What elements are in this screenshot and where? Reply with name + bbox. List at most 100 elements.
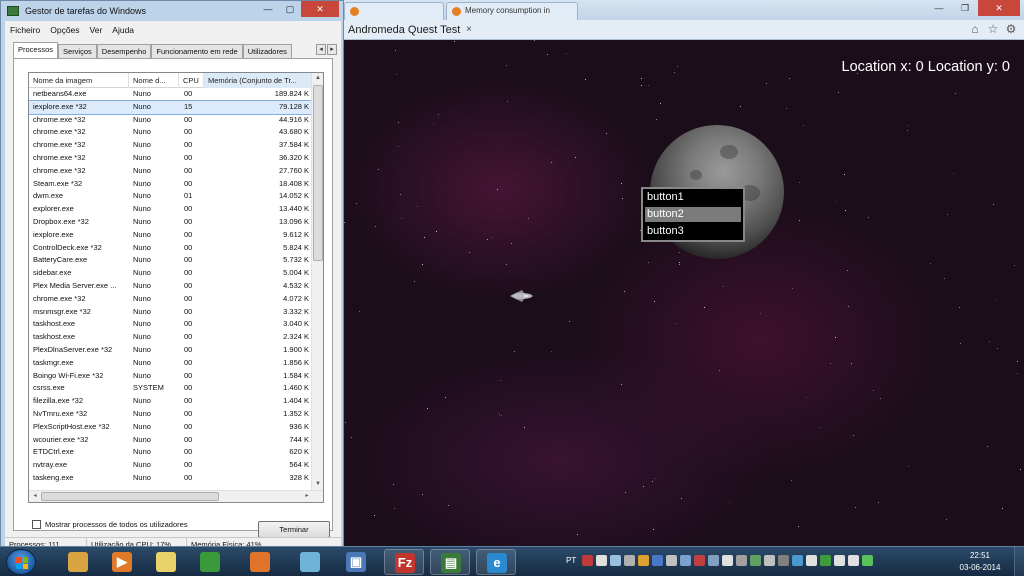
show-desktop-button[interactable] [1014, 547, 1024, 576]
table-row[interactable]: iexplore.exe *32 Nuno 15 79.128 K [29, 99, 313, 115]
tray-icon[interactable] [764, 555, 775, 566]
tab-users[interactable]: Utilizadores [242, 44, 292, 58]
table-row[interactable]: PlexDlnaServer.exe *32 Nuno 00 1.900 K [29, 344, 312, 357]
taskbar-item[interactable]: e [476, 549, 516, 575]
horizontal-scrollbar[interactable]: ◂ ▸ [29, 490, 323, 502]
table-row[interactable]: taskhost.exe Nuno 00 3.040 K [29, 318, 312, 331]
table-row[interactable]: BatteryCare.exe Nuno 00 5.732 K [29, 254, 312, 267]
table-row[interactable]: csrss.exe SYSTEM 00 1.460 K [29, 382, 312, 395]
tray-icon[interactable] [862, 555, 873, 566]
star-icon[interactable]: ☆ [986, 22, 1000, 36]
tray-icon[interactable] [722, 555, 733, 566]
tray-icon[interactable] [848, 555, 859, 566]
taskbar-item[interactable]: Fz [384, 549, 424, 575]
table-row[interactable]: wcourier.exe *32 Nuno 00 744 K [29, 434, 312, 447]
taskbar-item[interactable] [146, 549, 186, 575]
tray-icon[interactable] [694, 555, 705, 566]
process-list[interactable]: Nome da imagem Nome d... CPU Memória (Co… [28, 72, 324, 503]
tray-icon[interactable] [806, 555, 817, 566]
table-row[interactable]: Boingo Wi-Fi.exe *32 Nuno 00 1.584 K [29, 370, 312, 383]
taskbar-item[interactable]: ▶ [102, 549, 142, 575]
taskbar-item[interactable] [190, 549, 230, 575]
tab-scroll-right-button[interactable]: ▸ [327, 44, 337, 55]
clock[interactable]: 22:51 03-06-2014 [954, 550, 1006, 574]
table-row[interactable]: netbeans64.exe Nuno 00 189.824 K [29, 88, 312, 101]
table-row[interactable]: PlexScriptHost.exe *32 Nuno 00 936 K [29, 421, 312, 434]
taskbar-item[interactable]: ▣ [336, 549, 376, 575]
column-cpu[interactable]: CPU [179, 73, 204, 88]
vertical-scrollbar[interactable]: ▲ ▼ [311, 73, 323, 490]
show-all-processes[interactable]: Mostrar processos de todos os utilizador… [32, 520, 188, 529]
taskbar-item[interactable] [290, 549, 330, 575]
table-row[interactable]: dwm.exe Nuno 01 14.052 K [29, 190, 312, 203]
tab-performance[interactable]: Desempenho [96, 44, 152, 58]
close-button[interactable]: ✕ [301, 1, 339, 17]
show-all-checkbox[interactable] [32, 520, 41, 529]
table-row[interactable]: Dropbox.exe *32 Nuno 00 13.096 K [29, 216, 312, 229]
browser-tab-1[interactable] [344, 2, 444, 20]
scroll-thumb[interactable] [41, 492, 219, 501]
tab-processes[interactable]: Processos [13, 42, 59, 58]
tray-icon[interactable] [778, 555, 789, 566]
button1[interactable]: button1 [645, 190, 741, 205]
table-row[interactable]: sidebar.exe Nuno 00 5.004 K [29, 267, 312, 280]
tray-icon[interactable] [666, 555, 677, 566]
table-row[interactable]: chrome.exe *32 Nuno 00 36.320 K [29, 152, 312, 165]
tray-icon[interactable] [582, 555, 593, 566]
table-row[interactable]: taskmgr.exe Nuno 00 1.856 K [29, 357, 312, 370]
tab-networking[interactable]: Funcionamento em rede [151, 44, 243, 58]
table-row[interactable]: msnmsgr.exe *32 Nuno 00 3.332 K [29, 306, 312, 319]
gear-icon[interactable]: ⚙ [1004, 22, 1018, 36]
scroll-left-arrow[interactable]: ◂ [29, 491, 41, 502]
task-manager-titlebar[interactable]: Gestor de tarefas do Windows — ▢ ✕ [1, 1, 343, 21]
table-row[interactable]: ETDCtrl.exe Nuno 00 620 K [29, 446, 312, 459]
tray-icon[interactable] [750, 555, 761, 566]
table-row[interactable]: chrome.exe *32 Nuno 00 27.760 K [29, 165, 312, 178]
button2[interactable]: button2 [645, 207, 741, 222]
tray-icon[interactable] [596, 555, 607, 566]
button3[interactable]: button3 [645, 224, 741, 239]
scroll-up-arrow[interactable]: ▲ [312, 73, 323, 84]
table-row[interactable]: chrome.exe *32 Nuno 00 43.680 K [29, 126, 312, 139]
scroll-thumb[interactable] [313, 85, 323, 261]
menu-help[interactable]: Ajuda [107, 21, 139, 39]
menu-file[interactable]: Ficheiro [5, 21, 45, 39]
game-canvas[interactable]: Location x: 0 Location y: 0 button1 butt… [340, 40, 1024, 546]
table-row[interactable]: NvTmru.exe *32 Nuno 00 1.352 K [29, 408, 312, 421]
tray-icon[interactable] [610, 555, 621, 566]
table-row[interactable]: explorer.exe Nuno 00 13.440 K [29, 203, 312, 216]
minimize-button[interactable]: — [257, 1, 279, 17]
table-row[interactable]: chrome.exe *32 Nuno 00 37.584 K [29, 139, 312, 152]
table-row[interactable]: chrome.exe *32 Nuno 00 44.916 K [29, 114, 312, 127]
browser-tab-2[interactable]: Memory consumption in [446, 2, 578, 20]
tray-icon[interactable] [708, 555, 719, 566]
end-process-button[interactable]: Terminar [258, 521, 330, 538]
tray-icon[interactable] [736, 555, 747, 566]
table-row[interactable]: nvtray.exe Nuno 00 564 K [29, 459, 312, 472]
taskbar-item[interactable] [240, 549, 280, 575]
scroll-down-arrow[interactable]: ▼ [312, 479, 323, 490]
minimize-button[interactable]: — [926, 0, 952, 16]
tray-icon[interactable] [638, 555, 649, 566]
maximize-button[interactable]: ❐ [952, 0, 978, 16]
column-memory[interactable]: Memória (Conjunto de Tr... [204, 73, 312, 88]
table-row[interactable]: taskeng.exe Nuno 00 328 K [29, 472, 312, 485]
table-row[interactable]: iexplore.exe Nuno 00 9.612 K [29, 229, 312, 242]
column-user-name[interactable]: Nome d... [129, 73, 179, 88]
tray-icon[interactable] [680, 555, 691, 566]
table-row[interactable]: Steam.exe *32 Nuno 00 18.408 K [29, 178, 312, 191]
home-icon[interactable]: ⌂ [968, 22, 982, 36]
menu-view[interactable]: Ver [85, 21, 108, 39]
close-button[interactable]: ✕ [978, 0, 1020, 16]
tab-close-button[interactable]: × [466, 20, 472, 40]
tray-icon[interactable] [652, 555, 663, 566]
menu-options[interactable]: Opções [45, 21, 84, 39]
tab-services[interactable]: Serviços [58, 44, 97, 58]
tray-icon[interactable] [834, 555, 845, 566]
taskbar-item[interactable]: ▤ [430, 549, 470, 575]
table-row[interactable]: taskhost.exe Nuno 00 2.324 K [29, 331, 312, 344]
maximize-button[interactable]: ▢ [279, 1, 301, 17]
table-row[interactable]: Plex Media Server.exe ... Nuno 00 4.532 K [29, 280, 312, 293]
column-image-name[interactable]: Nome da imagem [29, 73, 129, 88]
language-indicator[interactable]: PT [566, 556, 576, 565]
